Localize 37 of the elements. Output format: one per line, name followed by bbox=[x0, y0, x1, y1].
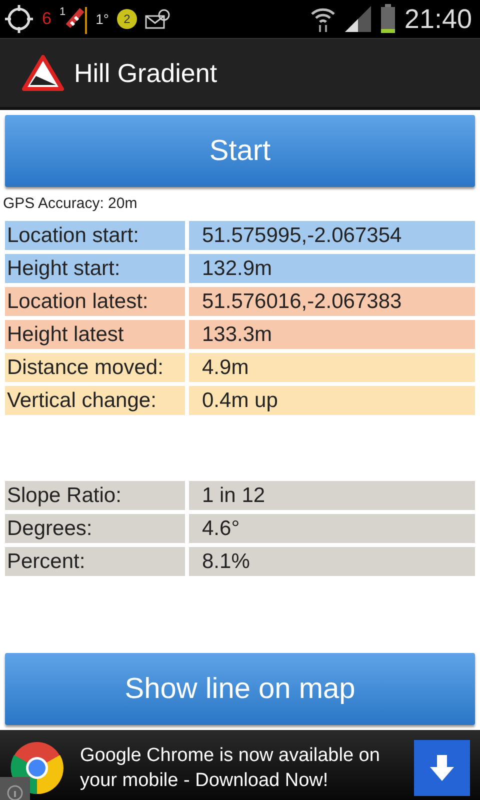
row-value: 51.575995,-2.067354 bbox=[189, 221, 475, 250]
download-button[interactable] bbox=[414, 740, 470, 796]
row-label: Distance moved: bbox=[5, 353, 185, 382]
satellite-count: 6 bbox=[42, 9, 52, 29]
row-label: Degrees: bbox=[5, 514, 185, 543]
app-title: Hill Gradient bbox=[74, 58, 218, 88]
row-value: 133.3m bbox=[189, 320, 475, 349]
row-value: 0.4m up bbox=[189, 386, 475, 415]
row-label: Vertical change: bbox=[5, 386, 185, 415]
temperature: 1° bbox=[96, 11, 109, 27]
row-label: Percent: bbox=[5, 547, 185, 576]
ad-text: Google Chrome is now available on your mobile - Download Now! bbox=[80, 744, 381, 792]
clock: 21:40 bbox=[404, 4, 472, 34]
gps-accuracy: GPS Accuracy: 20m bbox=[3, 195, 138, 214]
email-icon bbox=[144, 8, 171, 30]
row-label: Location latest: bbox=[5, 287, 185, 316]
row-value: 1 in 12 bbox=[189, 481, 475, 510]
row-label: Height latest bbox=[5, 320, 185, 349]
show-map-button[interactable]: Show line on map bbox=[5, 653, 475, 725]
windsock-icon bbox=[66, 4, 88, 34]
signal-icon bbox=[344, 5, 372, 33]
start-button[interactable]: Start bbox=[5, 115, 475, 187]
download-arrow-icon bbox=[428, 752, 456, 782]
flag-count: 1 bbox=[59, 6, 66, 18]
row-value: 132.9m bbox=[189, 254, 475, 283]
row-label: Location start: bbox=[5, 221, 185, 250]
row-value: 51.576016,-2.067383 bbox=[189, 287, 475, 316]
row-value: 4.9m bbox=[189, 353, 475, 382]
row-value: 8.1% bbox=[189, 547, 475, 576]
info-icon[interactable] bbox=[0, 777, 30, 800]
hill-warning-icon bbox=[22, 54, 64, 92]
row-value: 4.6° bbox=[189, 514, 475, 543]
row-label: Slope Ratio: bbox=[5, 481, 185, 510]
battery-icon bbox=[380, 4, 396, 34]
gps-icon bbox=[4, 4, 34, 34]
row-label: Height start: bbox=[5, 254, 185, 283]
notification-badge: 2 bbox=[116, 9, 137, 29]
